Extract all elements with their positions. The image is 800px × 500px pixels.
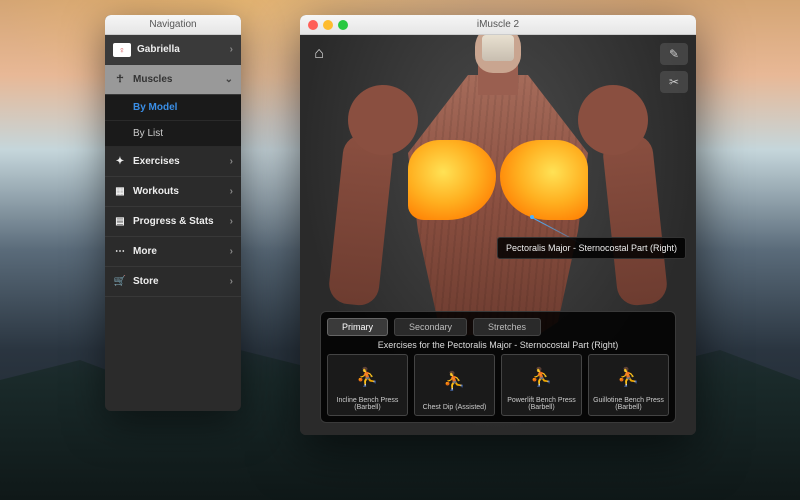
scalpel-icon: ✂: [669, 75, 679, 89]
arm-right[interactable]: [601, 133, 668, 307]
tab-secondary[interactable]: Secondary: [394, 318, 467, 336]
navigation-window: Navigation ♀ Gabriella › ☥ Muscles ⌄ By …: [105, 15, 241, 411]
exercise-card[interactable]: ⛹ Guillotine Bench Press (Barbell): [588, 354, 669, 416]
shoulder-right[interactable]: [578, 85, 648, 155]
sidebar-item-muscles[interactable]: ☥ Muscles ⌄: [105, 65, 241, 95]
exercise-card[interactable]: ⛹ Powerlift Bench Press (Barbell): [501, 354, 582, 416]
chevron-right-icon: ›: [230, 276, 233, 287]
tab-primary[interactable]: Primary: [327, 318, 388, 336]
exercise-panel: Primary Secondary Stretches Exercises fo…: [320, 311, 676, 423]
sidebar-item-workouts[interactable]: ▦ Workouts ›: [105, 177, 241, 207]
avatar: ♀: [113, 43, 131, 57]
workouts-icon: ▦: [113, 186, 127, 197]
exercise-thumbnail: ⛹: [331, 358, 404, 397]
exercise-thumbnail: ⛹: [418, 358, 491, 404]
cart-icon: 🛒: [113, 276, 127, 287]
exercise-thumbnail: ⛹: [505, 358, 578, 397]
sidebar-item-label: Store: [133, 276, 159, 287]
navigation-list: ♀ Gabriella › ☥ Muscles ⌄ By Model By Li…: [105, 35, 241, 411]
chevron-right-icon: ›: [230, 216, 233, 227]
minimize-icon[interactable]: [323, 20, 333, 30]
chevron-right-icon: ›: [230, 44, 233, 55]
exercise-label: Incline Bench Press (Barbell): [331, 397, 404, 412]
exercise-thumbnail: ⛹: [592, 358, 665, 397]
sidebar-item-more[interactable]: ⋯ More ›: [105, 237, 241, 267]
exercise-card[interactable]: ⛹ Incline Bench Press (Barbell): [327, 354, 408, 416]
scalpel-add-icon: ✎: [669, 47, 679, 61]
chevron-right-icon: ›: [230, 246, 233, 257]
sidebar-item-store[interactable]: 🛒 Store ›: [105, 267, 241, 297]
model-viewport[interactable]: ⌂ ✎ ✂ Pectoralis Major - St: [300, 35, 696, 435]
muscle-label-tooltip: Pectoralis Major - Sternocostal Part (Ri…: [497, 237, 686, 259]
arm-left[interactable]: [327, 133, 394, 307]
window-title: iMuscle 2: [300, 19, 696, 30]
exercise-label: Chest Dip (Assisted): [423, 404, 487, 412]
exercise-tabs: Primary Secondary Stretches: [327, 318, 669, 336]
exercise-card[interactable]: ⛹ Chest Dip (Assisted): [414, 354, 495, 416]
exercise-label: Powerlift Bench Press (Barbell): [505, 397, 578, 412]
home-button[interactable]: ⌂: [308, 43, 330, 65]
sidebar-item-label: Muscles: [133, 74, 172, 85]
traffic-lights: [300, 20, 348, 30]
head[interactable]: [475, 35, 521, 73]
main-window: iMuscle 2 ⌂ ✎ ✂: [300, 15, 696, 435]
exercises-icon: ✦: [113, 156, 127, 167]
person-icon: ☥: [113, 74, 127, 85]
home-icon: ⌂: [314, 45, 324, 62]
chevron-down-icon: ⌄: [225, 74, 233, 85]
pectoralis-highlight[interactable]: [408, 140, 588, 230]
muscles-submenu: By Model By List: [105, 95, 241, 147]
exercise-label: Guillotine Bench Press (Barbell): [592, 397, 665, 412]
submenu-by-model[interactable]: By Model: [105, 95, 241, 121]
sidebar-item-progress[interactable]: ▤ Progress & Stats ›: [105, 207, 241, 237]
sidebar-item-label: Exercises: [133, 156, 180, 167]
exercise-list-header: Exercises for the Pectoralis Major - Ste…: [327, 340, 669, 350]
chevron-right-icon: ›: [230, 186, 233, 197]
sidebar-item-label: Progress & Stats: [133, 216, 214, 227]
sidebar-item-exercises[interactable]: ✦ Exercises ›: [105, 147, 241, 177]
navigation-titlebar: Navigation: [105, 15, 241, 35]
tab-stretches[interactable]: Stretches: [473, 318, 541, 336]
stats-icon: ▤: [113, 216, 127, 227]
profile-row[interactable]: ♀ Gabriella ›: [105, 35, 241, 65]
close-icon[interactable]: [308, 20, 318, 30]
profile-name: Gabriella: [137, 44, 180, 55]
submenu-by-list[interactable]: By List: [105, 121, 241, 147]
skull-icon: [482, 35, 514, 61]
exercise-list: ⛹ Incline Bench Press (Barbell) ⛹ Chest …: [327, 354, 669, 416]
more-icon: ⋯: [113, 246, 127, 257]
chevron-right-icon: ›: [230, 156, 233, 167]
sidebar-item-label: More: [133, 246, 157, 257]
sidebar-item-label: Workouts: [133, 186, 179, 197]
maximize-icon[interactable]: [338, 20, 348, 30]
main-titlebar: iMuscle 2: [300, 15, 696, 35]
